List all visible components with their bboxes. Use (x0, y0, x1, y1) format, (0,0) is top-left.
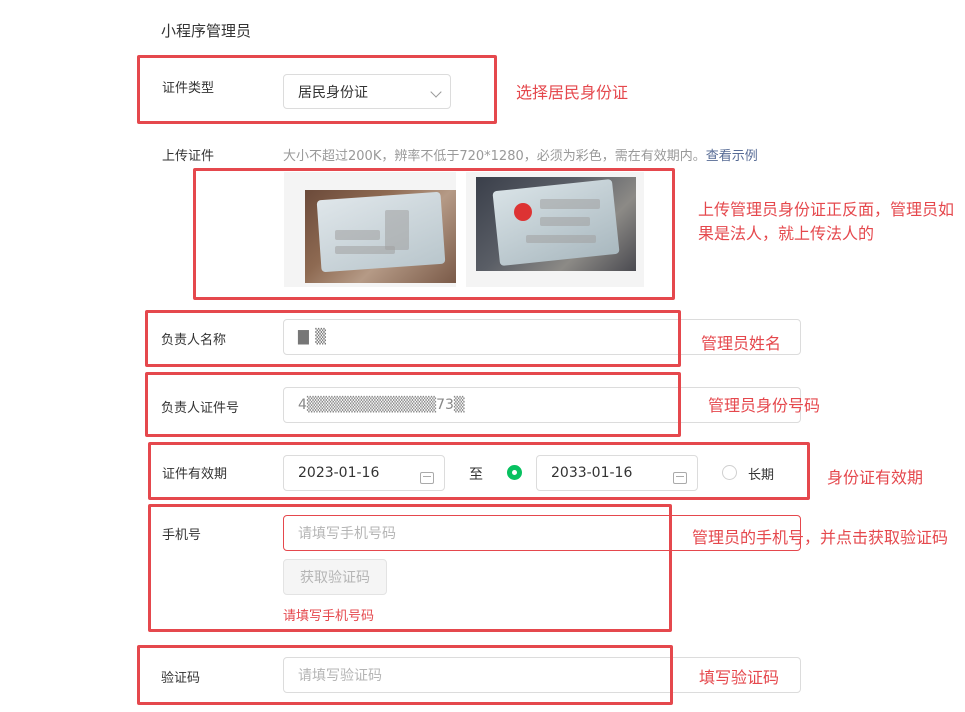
annotation-upload: 上传管理员身份证正反面，管理员如果是法人，就上传法人的 (698, 200, 955, 243)
view-example-link[interactable]: 查看示例 (706, 149, 758, 164)
annotation-name: 管理员姓名 (701, 334, 782, 353)
annotation-box-code (137, 645, 673, 705)
annotation-box-id-number (145, 372, 681, 437)
upload-label: 上传证件 (162, 149, 215, 164)
upload-hint-text: 大小不超过200K，辨率不低于720*1280，必须为彩色，需在有效期内。 (283, 149, 706, 164)
annotation-box-upload (193, 168, 675, 300)
annotation-box-phone (148, 504, 672, 632)
annotation-phone: 管理员的手机号，并点击获取验证码 (692, 528, 949, 547)
annotation-id-type: 选择居民身份证 (516, 83, 629, 102)
annotation-box-id-type (137, 55, 497, 124)
section-title: 小程序管理员 (161, 22, 252, 40)
annotation-box-validity (148, 442, 810, 500)
annotation-box-name (145, 310, 681, 367)
annotation-code: 填写验证码 (699, 668, 780, 687)
annotation-validity: 身份证有效期 (827, 468, 924, 487)
annotation-id-number: 管理员身份号码 (708, 396, 821, 415)
upload-hint: 大小不超过200K，辨率不低于720*1280，必须为彩色，需在有效期内。查看示… (283, 145, 758, 164)
